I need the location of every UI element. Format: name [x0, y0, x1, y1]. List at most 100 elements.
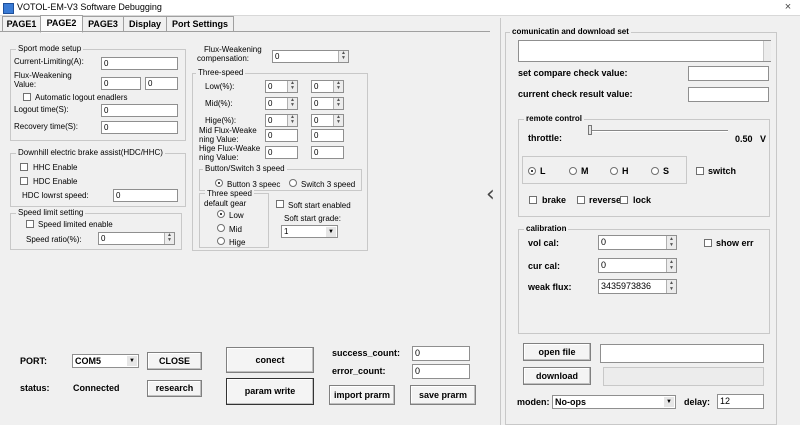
mid-label: Mid(%):: [205, 99, 233, 108]
mid-spinbox-b[interactable]: 0 ▲ ▼: [311, 97, 344, 110]
gear-mid-label: Mid: [229, 225, 242, 234]
gear-low-label: Low: [229, 211, 244, 220]
switch-checkbox[interactable]: [696, 167, 704, 175]
spin-arrows-icon[interactable]: ▲ ▼: [666, 236, 676, 249]
gear-hige-radio[interactable]: [217, 237, 225, 245]
speed-limited-enable-checkbox[interactable]: [26, 220, 34, 228]
soft-start-grade-value: 1: [284, 227, 289, 236]
vol-cal-value: 0: [601, 237, 607, 247]
show-err-checkbox[interactable]: [704, 239, 712, 247]
panel-divider: [500, 18, 501, 425]
low-spinbox-b[interactable]: 0 ▲ ▼: [311, 80, 344, 93]
spin-arrows-icon[interactable]: ▲ ▼: [287, 81, 297, 92]
spin-arrows-icon[interactable]: ▲ ▼: [666, 259, 676, 272]
brake-label: brake: [542, 195, 567, 205]
save-param-button[interactable]: save prarm: [410, 385, 476, 405]
open-file-button[interactable]: open file: [523, 343, 591, 361]
chevron-down-icon[interactable]: ▼: [664, 397, 674, 407]
spin-arrows-icon[interactable]: ▲ ▼: [666, 280, 676, 293]
download-button[interactable]: download: [523, 367, 591, 385]
tab-page3[interactable]: PAGE3: [82, 16, 124, 32]
compare-check-input[interactable]: [688, 66, 769, 81]
gear-h-radio[interactable]: [610, 167, 618, 175]
logout-time-input[interactable]: 0: [101, 104, 178, 117]
button-3-speed-label: Button 3 speec: [227, 180, 281, 189]
flux-weakening-input-1[interactable]: 0: [101, 77, 141, 90]
spin-arrows-icon[interactable]: ▲ ▼: [333, 98, 343, 109]
gear-m-radio[interactable]: [569, 167, 577, 175]
close-port-button[interactable]: CLOSE: [147, 352, 202, 370]
button-3-speed-radio[interactable]: [215, 179, 223, 187]
flux-comp-spinbox[interactable]: 0 ▲ ▼: [272, 50, 349, 63]
hige-flux-input-a[interactable]: 0: [265, 146, 298, 159]
mid-spinbox-a[interactable]: 0 ▲ ▼: [265, 97, 298, 110]
import-param-button[interactable]: import prarm: [329, 385, 395, 405]
cur-cal-spinbox[interactable]: 0 ▲ ▼: [598, 258, 677, 273]
spin-arrows-icon[interactable]: ▲ ▼: [164, 233, 174, 244]
soft-start-checkbox[interactable]: [276, 200, 284, 208]
gear-s-radio[interactable]: [651, 167, 659, 175]
current-check-input[interactable]: [688, 87, 769, 102]
conect-button[interactable]: conect: [226, 347, 314, 373]
lock-checkbox[interactable]: [620, 196, 628, 204]
spin-arrows-icon[interactable]: ▲ ▼: [333, 115, 343, 126]
delay-label: delay:: [684, 397, 711, 407]
spin-arrows-icon[interactable]: ▲ ▼: [333, 81, 343, 92]
collapse-arrow-icon[interactable]: ‹: [486, 183, 495, 207]
gear-mid-radio[interactable]: [217, 224, 225, 232]
hige-flux-input-b[interactable]: 0: [311, 146, 344, 159]
tab-port-settings[interactable]: Port Settings: [166, 16, 234, 32]
port-select[interactable]: COM5 ▼: [72, 354, 139, 368]
error-count-input[interactable]: 0: [412, 364, 470, 379]
chevron-down-icon[interactable]: ▼: [326, 227, 336, 237]
flux-weakening-input-2[interactable]: 0: [145, 77, 178, 90]
moden-value: No-ops: [555, 397, 586, 407]
chevron-down-icon[interactable]: ▼: [127, 356, 137, 366]
tab-panel-border: [0, 31, 490, 32]
tab-page1[interactable]: PAGE1: [2, 16, 41, 32]
mid-flux-input-a[interactable]: 0: [265, 129, 298, 142]
gear-low-radio[interactable]: [217, 210, 225, 218]
hdc-lowest-speed-input[interactable]: 0: [113, 189, 178, 202]
low-spinbox-a[interactable]: 0 ▲ ▼: [265, 80, 298, 93]
success-count-input[interactable]: 0: [412, 346, 470, 361]
weak-flux-spinbox[interactable]: 3435973836 ▲ ▼: [598, 279, 677, 294]
soft-start-grade-select[interactable]: 1 ▼: [281, 225, 338, 238]
spin-arrows-icon[interactable]: ▲ ▼: [287, 115, 297, 126]
speed-ratio-spinbox[interactable]: 0 ▲ ▼: [98, 232, 175, 245]
hige-spinbox-a[interactable]: 0 ▲ ▼: [265, 114, 298, 127]
low-label: Low(%):: [205, 82, 235, 91]
file-path-input[interactable]: [600, 344, 764, 363]
download-progress-bar: [603, 367, 764, 386]
comm-scrollbar[interactable]: [763, 41, 771, 61]
hhc-enable-checkbox[interactable]: [20, 163, 28, 171]
hdc-enable-checkbox[interactable]: [20, 177, 28, 185]
weak-flux-label: weak flux:: [528, 282, 572, 292]
spin-arrows-icon[interactable]: ▲ ▼: [338, 51, 348, 62]
throttle-unit: V: [760, 134, 767, 144]
auto-logout-checkbox[interactable]: [23, 93, 31, 101]
current-limit-input[interactable]: 0: [101, 57, 178, 70]
hige-spinbox-b[interactable]: 0 ▲ ▼: [311, 114, 344, 127]
gear-l-radio[interactable]: [528, 167, 536, 175]
tab-display[interactable]: Display: [123, 16, 167, 32]
low-value-b: 0: [314, 82, 319, 91]
switch-3-speed-radio[interactable]: [289, 179, 297, 187]
hdc-lowest-speed-label: HDC lowrst speed:: [22, 191, 89, 200]
close-window-icon[interactable]: ×: [778, 1, 798, 13]
param-write-button[interactable]: param write: [226, 378, 314, 405]
vol-cal-spinbox[interactable]: 0 ▲ ▼: [598, 235, 677, 250]
mid-flux-input-b[interactable]: 0: [311, 129, 344, 142]
brake-checkbox[interactable]: [529, 196, 537, 204]
moden-select[interactable]: No-ops ▼: [552, 395, 676, 409]
spin-arrows-icon[interactable]: ▲ ▼: [287, 98, 297, 109]
delay-input[interactable]: 12: [717, 394, 764, 409]
comm-text-area[interactable]: [518, 40, 771, 62]
research-button[interactable]: research: [147, 380, 202, 397]
throttle-slider-thumb[interactable]: [588, 125, 592, 135]
recovery-time-input[interactable]: 0: [101, 121, 178, 134]
reverse-checkbox[interactable]: [577, 196, 585, 204]
button-switch-title: Button/Switch 3 speed: [203, 164, 287, 173]
port-value: COM5: [75, 356, 102, 366]
window-title: VOTOL-EM-V3 Software Debugging: [17, 2, 162, 12]
